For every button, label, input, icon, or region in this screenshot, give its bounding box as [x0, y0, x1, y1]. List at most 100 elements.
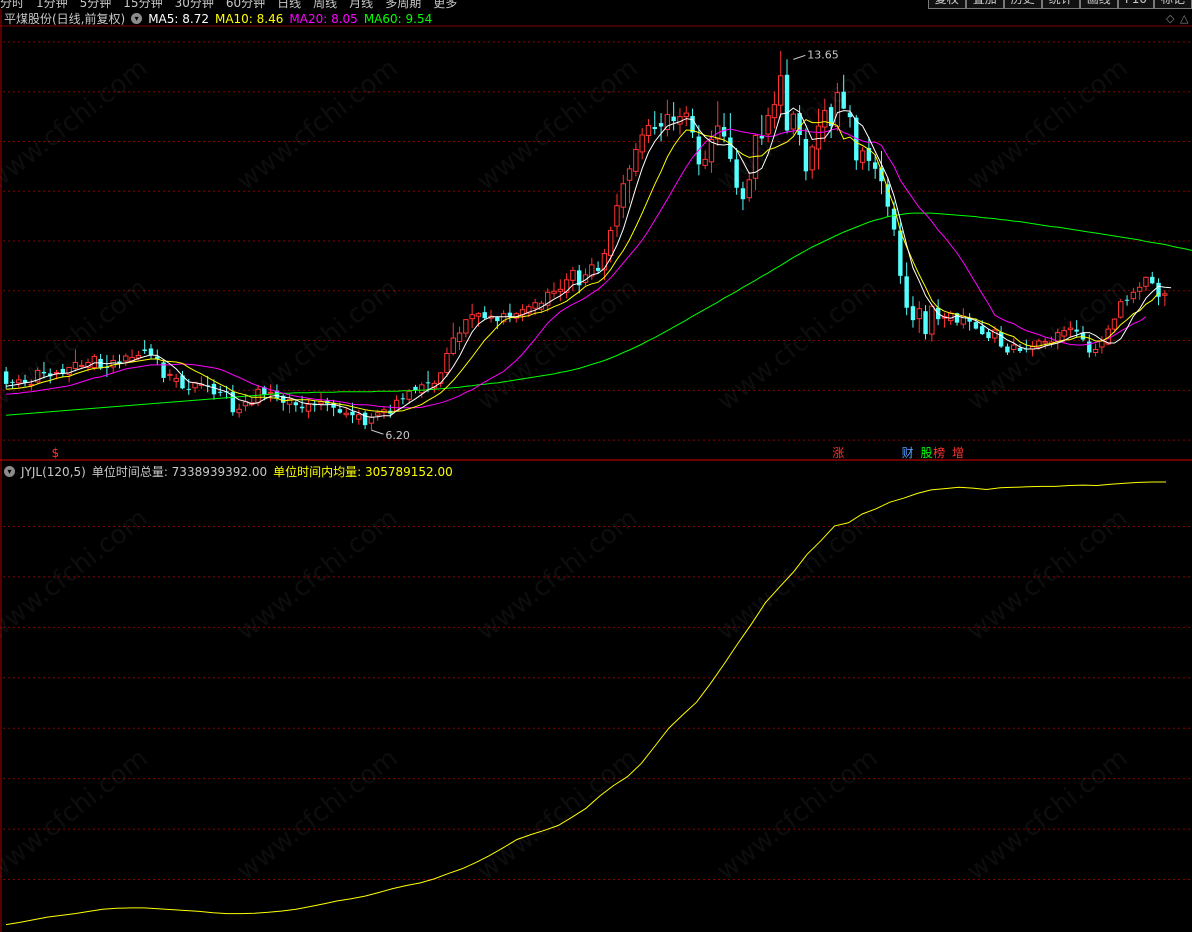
- arrow-up-icon[interactable]: △: [1180, 12, 1188, 25]
- ma5-line: [6, 107, 1172, 418]
- candle-body: [419, 384, 425, 394]
- candle-body: [1150, 276, 1155, 284]
- diamond-icon[interactable]: ◇: [1166, 12, 1174, 25]
- candle-body: [1074, 329, 1079, 332]
- ma20-label: MA20: 8.05: [289, 11, 358, 26]
- candle-body: [482, 312, 487, 319]
- candle-body: [267, 391, 274, 394]
- candle-body: [626, 168, 633, 181]
- candle-body: [444, 352, 450, 373]
- candle-body: [702, 158, 708, 166]
- candle-body: [406, 390, 412, 400]
- candle-body: [148, 348, 154, 355]
- candle-body: [986, 332, 991, 339]
- candle-body: [822, 110, 828, 128]
- candle-body: [859, 150, 866, 163]
- candle-body: [784, 74, 790, 131]
- event-marker: 榜: [933, 445, 945, 460]
- candle-body: [41, 371, 47, 374]
- candle-body: [614, 205, 620, 227]
- candle-body: [218, 391, 223, 393]
- indicator-series: [5, 481, 1166, 926]
- candle-body: [117, 361, 122, 363]
- candle-body: [740, 188, 746, 200]
- chevron-down-icon[interactable]: ▾: [131, 13, 143, 24]
- candle-body: [765, 115, 771, 135]
- event-marker: 股: [921, 446, 933, 460]
- candle-body: [551, 290, 557, 294]
- candle-body: [350, 411, 355, 416]
- chevron-down-icon[interactable]: ▾: [4, 466, 15, 477]
- candle-body: [469, 314, 475, 320]
- event-marker: 增: [952, 446, 964, 460]
- candle-body: [413, 386, 418, 391]
- candle-body: [110, 359, 116, 368]
- annotation-leader: [371, 429, 384, 435]
- candle-body: [343, 412, 349, 416]
- grid-lines: [3, 41, 1192, 881]
- candle-body: [495, 317, 500, 322]
- candle-body: [904, 276, 909, 308]
- candle-body: [980, 326, 985, 335]
- event-marker: 财: [902, 446, 914, 460]
- candle-body: [1118, 301, 1124, 318]
- candle-body: [1111, 318, 1118, 330]
- candle-body: [885, 184, 890, 207]
- annotation-leader: [793, 54, 806, 60]
- candle-body: [570, 269, 576, 281]
- candle-body: [746, 179, 752, 199]
- candle-body: [734, 159, 739, 188]
- candle-body: [633, 148, 639, 172]
- candle-body: [639, 134, 645, 153]
- ma10-label: MA10: 8.46: [214, 11, 284, 26]
- candle-body: [910, 306, 916, 321]
- candle-body: [1124, 299, 1130, 301]
- candle-body: [167, 373, 173, 376]
- ma10-line: [6, 118, 1159, 413]
- candle-body: [815, 125, 822, 150]
- candle-body: [91, 355, 98, 368]
- ma5-label: MA5: 8.72: [148, 11, 209, 26]
- moving-average-lines: [6, 107, 1192, 418]
- candle-body: [1136, 286, 1143, 292]
- event-marker: 涨: [832, 445, 844, 460]
- candle-body: [973, 322, 979, 329]
- candle-body: [834, 92, 841, 128]
- candle-body: [721, 127, 727, 137]
- candle-body: [337, 409, 343, 413]
- candle-body: [1143, 276, 1149, 287]
- candle-body: [356, 414, 362, 420]
- candle-body: [557, 288, 564, 292]
- candle-body: [72, 361, 79, 369]
- candle-body: [601, 252, 608, 271]
- candle-body: [948, 312, 954, 322]
- indicator-line: [5, 481, 1166, 926]
- candle-body: [1099, 340, 1105, 348]
- candle-body: [1092, 349, 1099, 353]
- candle-body: [393, 399, 400, 412]
- candle-body: [475, 313, 482, 317]
- candle-body: [400, 398, 406, 400]
- candle-body: [3, 371, 9, 384]
- event-marker: $: [52, 446, 60, 460]
- indicator-total-label: 单位时间总量: 7338939392.00: [91, 465, 268, 479]
- candle-body: [173, 377, 179, 382]
- stock-title[interactable]: 平煤股份(日线,前复权): [4, 10, 125, 27]
- candle-body: [771, 104, 778, 119]
- candle-body: [236, 408, 242, 414]
- candle-body: [186, 388, 191, 390]
- candle-body: [425, 382, 431, 384]
- annotation-label: 13.65: [807, 48, 839, 61]
- candle-body: [507, 312, 513, 317]
- candle-body: [1005, 346, 1010, 353]
- indicator-avg-label: 单位时间内均量: 305789152.00: [273, 465, 453, 479]
- candle-body: [98, 358, 103, 369]
- indicator-title[interactable]: JYJL(120,5): [21, 465, 86, 479]
- candle-body: [809, 146, 815, 171]
- candle-body: [872, 162, 878, 169]
- candle-body: [450, 337, 456, 354]
- candle-body: [841, 91, 846, 109]
- candle-body: [79, 364, 85, 367]
- candle-body: [318, 401, 324, 405]
- candle-body: [923, 311, 928, 335]
